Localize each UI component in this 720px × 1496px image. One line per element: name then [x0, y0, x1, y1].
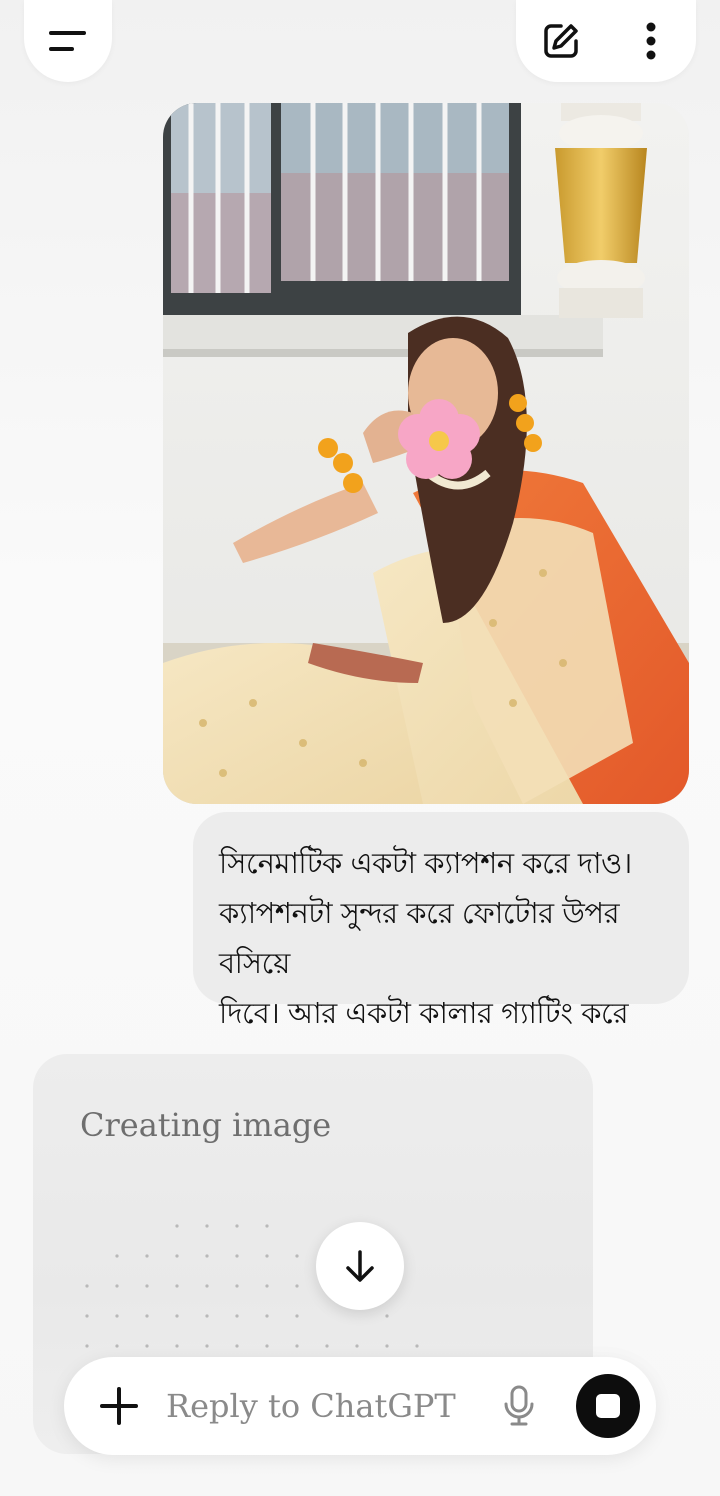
chat-screen: সিনেমাটিক একটা ক্যাপশন করে দাও। ক্যাপশনট… [0, 0, 720, 1496]
voice-input-button[interactable] [496, 1383, 542, 1429]
header-actions [516, 0, 696, 82]
plus-icon [100, 1387, 138, 1425]
photo-image [163, 103, 689, 804]
more-options-button[interactable] [621, 11, 681, 71]
more-vertical-icon [646, 22, 656, 60]
uploaded-photo[interactable] [163, 103, 689, 804]
message-line: সিনেমাটিক একটা ক্যাপশন করে দাও। [219, 846, 632, 880]
new-chat-button[interactable] [531, 11, 591, 71]
add-attachment-button[interactable] [94, 1381, 144, 1431]
microphone-icon [504, 1385, 534, 1426]
scroll-to-bottom-button[interactable] [316, 1222, 404, 1310]
message-line: ক্যাপশনটা সুন্দর করে ফোটোর উপর বসিয়ে [219, 896, 620, 980]
edit-icon [544, 24, 578, 58]
sidebar-menu-button[interactable] [24, 0, 112, 82]
arrow-down-icon [346, 1250, 374, 1282]
message-composer [64, 1357, 656, 1455]
reply-input[interactable] [166, 1379, 486, 1433]
stop-generation-button[interactable] [576, 1374, 640, 1438]
stop-icon [596, 1394, 620, 1418]
user-message-bubble: সিনেমাটিক একটা ক্যাপশন করে দাও। ক্যাপশনট… [193, 812, 689, 1080]
menu-icon [49, 31, 86, 51]
